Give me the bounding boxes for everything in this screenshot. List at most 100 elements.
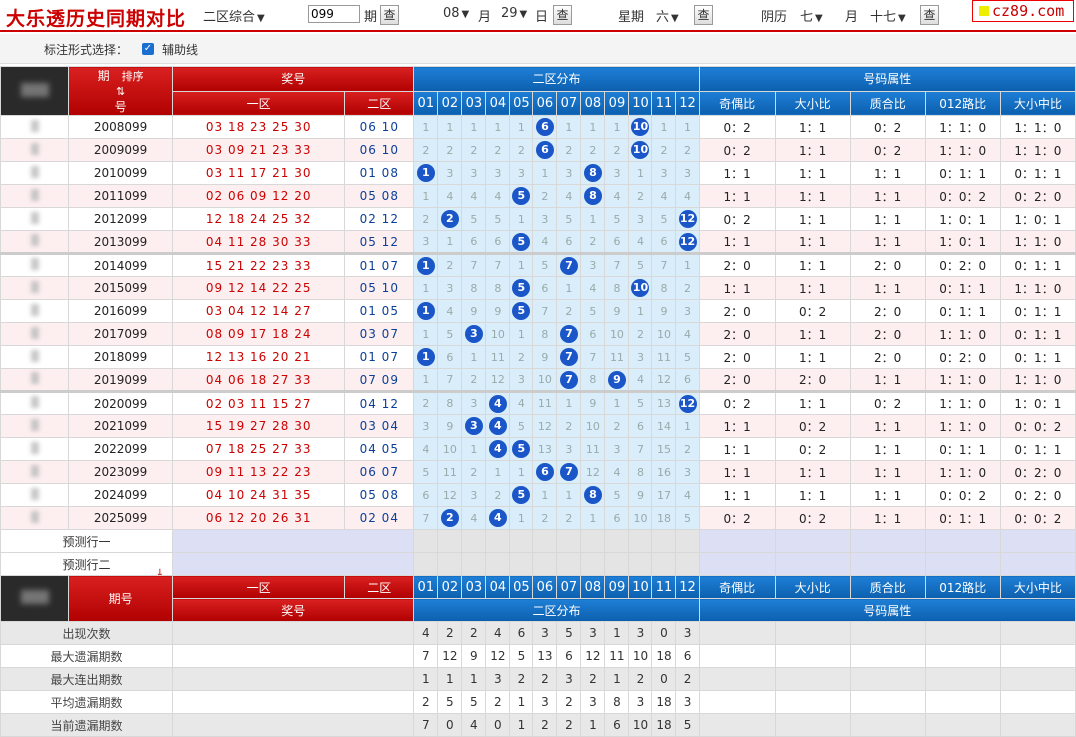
dist-cell: 12 (485, 368, 511, 392)
prediction-dist-cell[interactable] (485, 529, 511, 553)
prediction-dist-cell[interactable] (651, 529, 677, 553)
stat-attr-empty (999, 667, 1076, 691)
stat-value: 10 (628, 713, 653, 737)
prediction-dist-cell[interactable] (413, 552, 439, 576)
prediction-dist-cell[interactable] (556, 552, 582, 576)
prediction-attr-cell (698, 552, 776, 576)
num-header: 12 (675, 90, 700, 116)
lunar-month-select[interactable]: 七 ▼ (800, 6, 823, 25)
issue-cell: 2014099 (68, 252, 174, 277)
dist-cell: 6 (556, 230, 582, 254)
zone1-numbers: 09 12 14 22 25 (172, 276, 346, 300)
dist-cell: 1 (651, 115, 677, 139)
stat-attr-empty (774, 713, 851, 737)
dist-cell: 7 (413, 506, 439, 530)
prediction-dist-cell[interactable] (580, 552, 606, 576)
zone2-header: 二区 (344, 90, 415, 116)
prediction-dist-cell[interactable] (580, 529, 606, 553)
dist-cell: 1 (628, 299, 653, 323)
prediction-dist-cell[interactable] (509, 552, 534, 576)
attr-cell: 0：1：1 (999, 299, 1076, 323)
prediction-dist-cell[interactable] (628, 529, 653, 553)
stat-value: 12 (437, 644, 463, 668)
hit-ball: 7 (559, 256, 578, 275)
dist-cell: 7 (556, 322, 582, 346)
attr-col-header: 奇偶比 (698, 90, 776, 116)
dist-cell: 4 (580, 276, 606, 300)
dist-cell: 7 (556, 345, 582, 369)
issue-header[interactable]: 期 排序 ⇅ 号 (68, 66, 174, 116)
dist-cell: 2 (485, 483, 511, 507)
dist-cell: 3 (675, 460, 700, 484)
issue-cell: 2018099 (68, 345, 174, 369)
dist-cell: 3 (651, 161, 677, 185)
issue-cell: 2021099 (68, 414, 174, 438)
hit-ball: 4 (488, 440, 507, 458)
zone2-numbers: 05 08 (344, 483, 415, 507)
dist-cell: 1 (437, 230, 463, 254)
attr-cell: 1：1：0 (924, 368, 1001, 392)
attr-cell: 1：1 (774, 115, 851, 139)
row-avatar (0, 207, 70, 231)
zone1-numbers: 03 09 21 23 33 (172, 138, 346, 162)
month-select[interactable]: 08 ▼ (443, 6, 469, 21)
prediction-dist-cell[interactable] (532, 529, 558, 553)
zone1-numbers: 08 09 17 18 24 (172, 322, 346, 346)
prediction-dist-cell[interactable] (628, 552, 653, 576)
prediction-dist-cell[interactable] (651, 552, 677, 576)
dist-cell: 3 (413, 414, 439, 438)
query-weekday-button[interactable]: 查 (694, 5, 713, 25)
prediction-dist-cell[interactable] (675, 529, 700, 553)
footer-num-header: 08 (580, 575, 606, 599)
site-logo[interactable]: cz89.com (972, 0, 1074, 22)
zone1-numbers: 04 11 28 30 33 (172, 230, 346, 254)
dist-cell: 3 (437, 161, 463, 185)
zone-select[interactable]: 二区综合 ▼ (203, 6, 265, 25)
prediction-input[interactable] (172, 552, 415, 576)
dist-cell: 1 (604, 390, 630, 415)
dist-cell: 6 (604, 230, 630, 254)
red-down-arrow-icon[interactable]: ↓ (156, 568, 164, 575)
prediction-dist-cell[interactable] (604, 529, 630, 553)
table-row: 2016099 03 04 12 14 27 01 05 1 4 9 9 5 7 2 5 9 1 9 3 2：… (0, 299, 1076, 323)
prediction-dist-cell[interactable] (437, 529, 463, 553)
stat-value: 3 (628, 621, 653, 645)
query-date-button[interactable]: 查 (553, 5, 572, 25)
lunar-day-select[interactable]: 十七 ▼ (870, 6, 906, 25)
prediction-dist-cell[interactable] (556, 529, 582, 553)
day-select[interactable]: 29 ▼ (501, 6, 527, 21)
dist-cell: 12 (651, 368, 677, 392)
prediction-dist-cell[interactable] (604, 552, 630, 576)
dist-cell: 7 (556, 368, 582, 392)
prediction-row: 预测行一 (0, 529, 1076, 553)
hit-ball: 3 (464, 417, 483, 435)
prediction-input[interactable] (172, 529, 415, 553)
prediction-dist-cell[interactable] (485, 552, 511, 576)
stat-value: 7 (413, 713, 439, 737)
guide-line-checkbox[interactable]: ✓ (142, 43, 154, 55)
query-issue-button[interactable]: 查 (380, 5, 399, 25)
stat-attr-empty (999, 644, 1076, 668)
dist-cell: 9 (604, 368, 630, 392)
prediction-dist-cell[interactable] (461, 529, 487, 553)
footer-num-header: 02 (437, 575, 463, 599)
query-lunar-button[interactable]: 查 (920, 5, 939, 25)
stat-value: 3 (628, 690, 653, 714)
issue-cell: 2010099 (68, 161, 174, 185)
dist-cell: 8 (461, 276, 487, 300)
dist-cell: 1 (580, 207, 606, 231)
prediction-dist-cell[interactable] (509, 529, 534, 553)
prediction-dist-cell[interactable] (461, 552, 487, 576)
stat-value: 2 (461, 621, 487, 645)
stat-value: 3 (580, 621, 606, 645)
issue-input[interactable] (308, 5, 360, 23)
stat-attr-empty (774, 644, 851, 668)
dist-cell: 4 (628, 230, 653, 254)
weekday-select[interactable]: 六 ▼ (656, 6, 679, 25)
prediction-dist-cell[interactable] (675, 552, 700, 576)
sort-toggle[interactable]: 排序 ⇅ (116, 70, 144, 98)
prediction-dist-cell[interactable] (532, 552, 558, 576)
prediction-dist-cell[interactable] (437, 552, 463, 576)
hit-ball: 4 (488, 509, 507, 527)
prediction-dist-cell[interactable] (413, 529, 439, 553)
